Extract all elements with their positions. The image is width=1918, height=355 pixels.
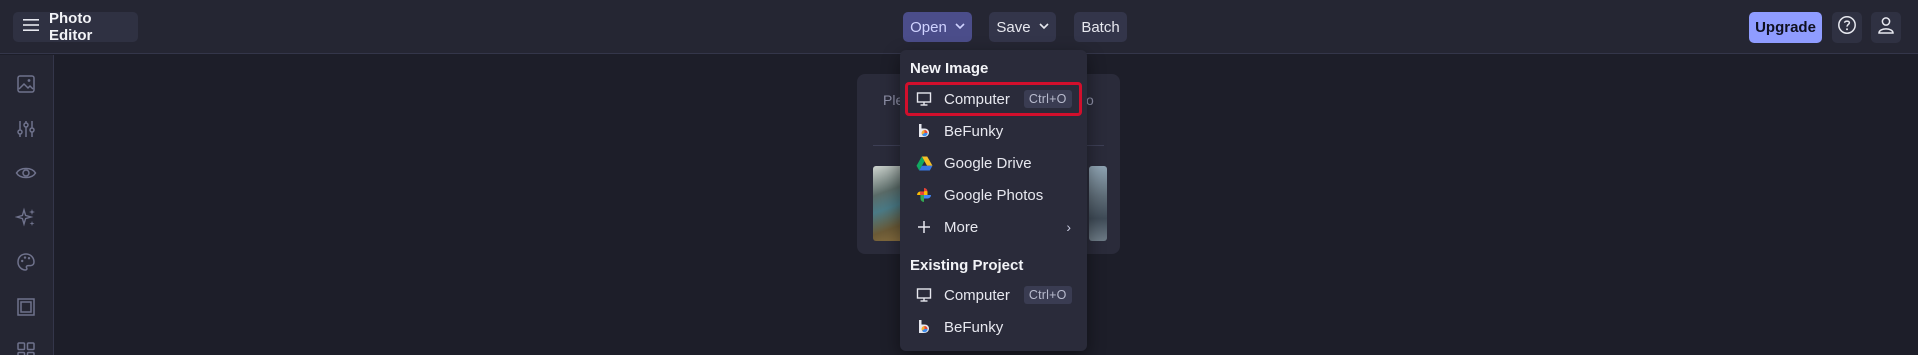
help-icon	[1837, 15, 1857, 40]
tool-sidebar	[0, 55, 54, 355]
new-image-google-photos-item[interactable]: Google Photos	[908, 181, 1079, 209]
google-drive-icon	[915, 154, 933, 172]
existing-project-befunky-item[interactable]: BeFunky	[908, 313, 1079, 341]
account-button[interactable]	[1871, 12, 1901, 43]
plus-icon	[915, 218, 933, 236]
palette-icon[interactable]	[14, 250, 38, 274]
batch-label: Batch	[1081, 18, 1120, 36]
item-label: BeFunky	[944, 318, 1004, 336]
grid-icon[interactable]	[14, 339, 38, 355]
item-label: Computer	[944, 90, 1010, 108]
new-image-google-drive-item[interactable]: Google Drive	[908, 149, 1079, 177]
new-image-heading: New Image	[910, 60, 989, 77]
google-photos-icon	[915, 186, 933, 204]
new-image-computer-item[interactable]: Computer Ctrl+O	[905, 82, 1082, 116]
batch-button[interactable]: Batch	[1074, 12, 1127, 42]
existing-project-heading: Existing Project	[910, 257, 1024, 274]
shortcut-badge: Ctrl+O	[1023, 286, 1072, 304]
befunky-icon	[915, 122, 933, 140]
user-icon	[1876, 15, 1896, 40]
chevron-down-icon	[955, 22, 965, 33]
monitor-icon	[915, 90, 933, 108]
save-label: Save	[996, 18, 1031, 36]
chevron-right-icon: ›	[1066, 219, 1071, 235]
open-button[interactable]: Open	[903, 12, 972, 42]
monitor-icon	[915, 286, 933, 304]
app-title: Photo Editor	[49, 10, 93, 44]
image-icon[interactable]	[14, 72, 38, 96]
item-label: Google Drive	[944, 154, 1032, 172]
upgrade-label: Upgrade	[1755, 19, 1816, 36]
befunky-icon	[915, 318, 933, 336]
new-image-more-item[interactable]: More ›	[908, 213, 1079, 241]
sliders-icon[interactable]	[14, 117, 38, 141]
item-label: More	[944, 218, 979, 236]
chevron-down-icon	[1039, 22, 1049, 33]
upgrade-button[interactable]: Upgrade	[1749, 12, 1822, 43]
help-button[interactable]	[1832, 12, 1862, 43]
top-bar: Photo Editor Open Save Batch Upgrade	[0, 0, 1918, 54]
sparkles-icon[interactable]	[14, 206, 38, 230]
hamburger-icon	[23, 18, 39, 36]
item-label: BeFunky	[944, 122, 1004, 140]
new-image-befunky-item[interactable]: BeFunky	[908, 117, 1079, 145]
save-button[interactable]: Save	[989, 12, 1056, 42]
sample-photo-thumbnail[interactable]	[1089, 166, 1107, 241]
eye-icon[interactable]	[14, 161, 38, 185]
item-label: Google Photos	[944, 186, 1044, 204]
frame-icon[interactable]	[14, 295, 38, 319]
open-dropdown-menu: New Image Computer Ctrl+O BeFunky Google…	[900, 50, 1087, 351]
shortcut-badge: Ctrl+O	[1023, 90, 1072, 108]
existing-project-computer-item[interactable]: Computer Ctrl+O	[908, 281, 1079, 309]
main-menu-button[interactable]: Photo Editor	[13, 10, 138, 44]
start-hint-text-end: o	[1086, 92, 1094, 108]
open-label: Open	[910, 18, 947, 36]
item-label: Computer	[944, 286, 1010, 304]
